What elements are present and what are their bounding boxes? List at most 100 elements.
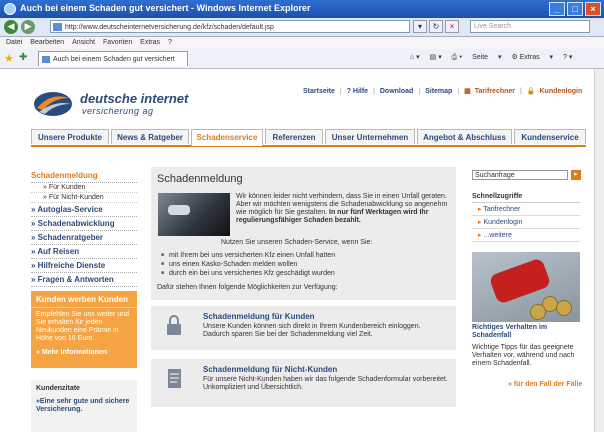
intro-text: Wir können leider nicht verhindern, dass… [236,193,450,225]
quick-access: Schnellzugriffe Tarifrechner Kundenlogin… [472,193,580,242]
menu-favoriten[interactable]: Favoriten [103,39,132,46]
leftnav-label: Schadenratgeber [37,233,104,242]
card-title[interactable]: Schadenmeldung für Nicht-Kunden [203,365,337,374]
coin-shape [530,304,546,320]
quick-link[interactable]: Tarifrechner [472,203,580,216]
extras-menu[interactable]: ⚙ Extras ▾ [512,54,554,61]
promo-box: Kunden werben Kunden Empfehlen Sie uns w… [31,291,137,368]
leftnav-fuer-kunden[interactable]: » Für Kunden [31,183,137,193]
home-icon[interactable]: ⌂ ▾ [410,54,420,61]
menu-ansicht[interactable]: Ansicht [72,39,95,46]
link-tarifrechner[interactable]: Tarifrechner [475,88,515,95]
coin-shape [556,300,572,316]
calculator-icon: ▦ [464,88,471,95]
favorites-star-icon[interactable]: ★ [4,52,14,65]
lock-icon: 🔒 [526,88,536,95]
nav-tab-produkte[interactable]: Unsere Produkte [31,129,109,144]
menu-bearbeiten[interactable]: Bearbeiten [30,39,64,46]
link-hilfe[interactable]: ? Hilfe [347,88,368,95]
leftnav-label: Fragen & Antworten [37,275,114,284]
nav-tab-unternehmen[interactable]: Unser Unternehmen [325,129,415,144]
add-favorite-icon[interactable]: ✚ [19,52,27,63]
nav-tab-news[interactable]: News & Ratgeber [111,129,189,144]
search-go-button[interactable]: ▸ [571,170,581,180]
card-text: Unsere Kunden können sich direkt in Ihre… [203,323,421,338]
leftnav-sub-label: Für Kunden [48,184,86,191]
card-kunden[interactable]: Schadenmeldung für Kunden Unsere Kunden … [151,306,456,350]
quotes-text[interactable]: »Eine sehr gute und sichere Versicherung… [31,395,137,417]
quick-link[interactable]: Kundenlogin [472,216,580,229]
card-text: Für unsere Nicht-Kunden haben wir das fo… [203,376,448,391]
quotes-box: Kundenzitate »Eine sehr gute und sichere… [31,380,137,432]
menu-extras[interactable]: Extras [140,39,160,46]
left-navigation: Schadenmeldung » Für Kunden » Für Nicht-… [31,169,137,287]
toy-car-shape [488,257,552,305]
print-icon[interactable]: ⎙ ▾ [452,54,463,61]
promo-link[interactable]: » Mehr Informationen [31,346,137,359]
tab-title: Auch bei einem Schaden gut versichert [53,56,175,63]
card-nicht-kunden[interactable]: Schadenmeldung für Nicht-Kunden Für unse… [151,359,456,407]
leftnav-fragen[interactable]: » Fragen & Antworten [31,273,137,287]
quotes-title: Kundenzitate [36,385,80,392]
help-icon[interactable]: ? ▾ [563,54,572,61]
minimize-button[interactable]: _ [549,2,565,16]
promo-title: Kunden werben Kunden [31,291,137,308]
leftnav-schadenmeldung[interactable]: Schadenmeldung [31,169,137,183]
link-kundenlogin[interactable]: Kundenlogin [539,88,582,95]
logo-swoosh-icon [34,92,72,116]
quick-title: Schnellzugriffe [472,193,580,203]
promo-text: Empfehlen Sie uns weiter und Sie erhalte… [36,311,129,342]
leftnav-auf-reisen[interactable]: » Auf Reisen [31,245,137,259]
leftnav-fuer-nicht-kunden[interactable]: » Für Nicht-Kunden [31,193,137,203]
dropdown-icon[interactable]: ▾ [413,20,427,33]
search-input[interactable]: Live Search [470,20,590,33]
link-sitemap[interactable]: Sitemap [425,88,452,95]
leftnav-schadenabwicklung[interactable]: » Schadenabwicklung [31,217,137,231]
command-bar: ⌂ ▾ ▤ ▾ ⎙ ▾ Seite ▾ ⚙ Extras ▾ ? ▾ [410,53,580,62]
scrollbar[interactable] [594,69,604,432]
top-links: Startseite | ? Hilfe | Download | Sitemap | … [303,88,583,95]
link-startseite[interactable]: Startseite [303,88,335,95]
leftnav-schadenratgeber[interactable]: » Schadenratgeber [31,231,137,245]
menu-help[interactable]: ? [168,39,172,46]
url-input[interactable]: http://www.deutscheinternetversicherung.… [50,20,410,33]
quick-link[interactable]: ...weitere [472,229,580,242]
logo-name[interactable]: deutsche internet [80,91,188,106]
feeds-icon[interactable]: ▤ ▾ [430,54,442,61]
teaser-link[interactable]: » für den Fall der Fälle [508,381,582,388]
window-titlebar: Auch bei einem Schaden gut versichert - … [0,0,604,18]
leftnav-label: Auf Reisen [37,247,80,256]
menu-bar: Datei Bearbeiten Ansicht Favoriten Extra… [0,37,604,49]
main-navigation: Unsere Produkte News & Ratgeber Schadens… [31,129,586,147]
leftnav-autoglas[interactable]: » Autoglas-Service [31,203,137,217]
nav-tab-schadenservice[interactable]: Schadenservice [191,129,263,146]
nav-tab-kundenservice[interactable]: Kundenservice [514,129,586,144]
maximize-button[interactable]: □ [567,2,583,16]
teaser-title[interactable]: Richtiges Verhalten im Schadenfall [472,324,580,340]
browser-tab[interactable]: Auch bei einem Schaden gut versichert [38,51,188,66]
refresh-icon[interactable]: ↻ [429,20,443,33]
teaser-text: Wichtige Tipps für das geeignete Verhalt… [472,344,575,367]
leftnav-hilfreiche-dienste[interactable]: » Hilfreiche Dienste [31,259,137,273]
forward-icon[interactable]: ▶ [21,20,35,34]
back-icon[interactable]: ◀ [4,20,18,34]
extras-menu-label: Extras [519,54,540,61]
leftnav-label: Hilfreiche Dienste [37,261,106,270]
card-title[interactable]: Schadenmeldung für Kunden [203,312,315,321]
leftnav-sub-label: Für Nicht-Kunden [48,194,104,201]
link-download[interactable]: Download [380,88,413,95]
bullet-item: uns einen Kasko-Schaden melden wollen [161,260,297,269]
site-search-input[interactable]: Suchanfrage [472,170,568,180]
menu-datei[interactable]: Datei [6,39,22,46]
nav-tab-referenzen[interactable]: Referenzen [265,129,323,144]
logo-subname[interactable]: versicherung ag [82,106,154,116]
address-bar: ◀ ▶ http://www.deutscheinternetversicher… [0,18,604,37]
leftnav-label: Schadenabwicklung [37,219,115,228]
nav-tab-angebot[interactable]: Angebot & Abschluss [417,129,512,144]
stop-icon[interactable]: × [445,20,459,33]
leftnav-label: Autoglas-Service [37,205,103,214]
car-image [158,193,230,236]
close-button[interactable]: × [585,2,601,16]
favorites-bar: ★ ✚ Auch bei einem Schaden gut versicher… [0,49,604,69]
page-menu[interactable]: Seite ▾ [472,54,501,61]
